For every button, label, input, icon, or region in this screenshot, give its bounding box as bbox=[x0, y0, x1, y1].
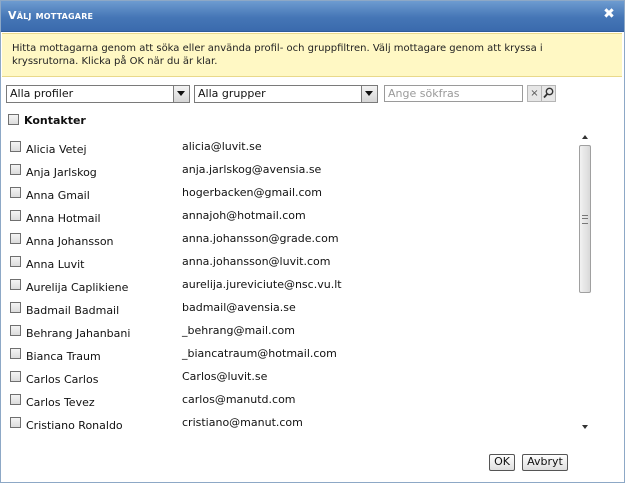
search-icon[interactable] bbox=[541, 85, 556, 102]
contact-name: Carlos Tevez bbox=[26, 396, 95, 409]
group-filter-value: Alla grupper bbox=[198, 87, 266, 100]
cancel-button[interactable]: Avbryt bbox=[522, 454, 568, 471]
list-scrollbar[interactable] bbox=[578, 129, 593, 434]
contact-checkbox[interactable] bbox=[10, 394, 21, 405]
contact-email: carlos@manutd.com bbox=[182, 393, 296, 406]
dialog-titlebar[interactable]: Välj mottagare ✖ bbox=[1, 1, 624, 32]
contact-name: Badmail Badmail bbox=[26, 304, 120, 317]
list-item[interactable]: Aurelija Caplikiene aurelija.jureviciute… bbox=[1, 278, 571, 299]
list-item[interactable]: Anna Johansson anna.johansson@grade.com bbox=[1, 232, 571, 253]
contact-name: Aurelija Caplikiene bbox=[26, 281, 129, 294]
contact-name: Anna Johansson bbox=[26, 235, 114, 248]
scrollbar-thumb[interactable] bbox=[579, 145, 591, 293]
contact-checkbox[interactable] bbox=[10, 302, 21, 313]
info-text: Hitta mottagarna genom att söka eller an… bbox=[12, 43, 543, 67]
scroll-up-icon[interactable] bbox=[582, 135, 588, 139]
contact-name: Carlos Carlos bbox=[26, 373, 99, 386]
contact-name: Anna Luvit bbox=[26, 258, 85, 271]
contact-name: Alicia Vetej bbox=[26, 143, 87, 156]
contact-checkbox[interactable] bbox=[10, 279, 21, 290]
contact-name: Anna Gmail bbox=[26, 189, 90, 202]
list-item[interactable]: Carlos Carlos Carlos@luvit.se bbox=[1, 370, 571, 391]
list-item[interactable]: Bianca Traum _biancatraum@hotmail.com bbox=[1, 347, 571, 368]
group-filter-select[interactable]: Alla grupper bbox=[194, 85, 378, 103]
contact-name: Cristiano Ronaldo bbox=[26, 419, 123, 432]
contact-email: hogerbacken@gmail.com bbox=[182, 186, 323, 199]
close-icon[interactable]: ✖ bbox=[602, 7, 616, 21]
clear-icon[interactable]: × bbox=[527, 85, 542, 102]
contact-email: badmail@avensia.se bbox=[182, 301, 296, 314]
contact-checkbox[interactable] bbox=[10, 417, 21, 428]
contact-name: Anna Hotmail bbox=[26, 212, 101, 225]
contact-email: anna.johansson@luvit.com bbox=[182, 255, 331, 268]
contact-email: cristiano@manut.com bbox=[182, 416, 303, 429]
ok-button[interactable]: OK bbox=[489, 454, 515, 471]
contact-email: _behrang@mail.com bbox=[182, 324, 295, 337]
contact-checkbox[interactable] bbox=[10, 256, 21, 267]
search-input[interactable] bbox=[384, 85, 523, 102]
contact-checkbox[interactable] bbox=[10, 325, 21, 336]
list-item[interactable]: Carlos Tevez carlos@manutd.com bbox=[1, 393, 571, 414]
scroll-down-icon[interactable] bbox=[582, 425, 588, 429]
contact-checkbox[interactable] bbox=[10, 371, 21, 382]
profile-filter-select[interactable]: Alla profiler bbox=[6, 85, 190, 103]
contacts-group-label: Kontakter bbox=[24, 114, 86, 127]
chevron-down-icon[interactable] bbox=[361, 86, 377, 102]
profile-filter-value: Alla profiler bbox=[10, 87, 74, 100]
list-item[interactable]: Alicia Vetej alicia@luvit.se bbox=[1, 140, 571, 161]
contact-checkbox[interactable] bbox=[10, 210, 21, 221]
select-all-checkbox[interactable] bbox=[8, 114, 19, 125]
contact-checkbox[interactable] bbox=[10, 233, 21, 244]
contact-name: Anja Jarlskog bbox=[26, 166, 97, 179]
contact-checkbox[interactable] bbox=[10, 164, 21, 175]
contact-email: anna.johansson@grade.com bbox=[182, 232, 339, 245]
dialog-title: Välj mottagare bbox=[8, 9, 94, 22]
contact-email: anja.jarlskog@avensia.se bbox=[182, 163, 322, 176]
list-item[interactable]: Behrang Jahanbani _behrang@mail.com bbox=[1, 324, 571, 345]
contact-email: _biancatraum@hotmail.com bbox=[182, 347, 337, 360]
list-item[interactable]: Anja Jarlskog anja.jarlskog@avensia.se bbox=[1, 163, 571, 184]
grip-icon bbox=[582, 215, 588, 224]
contact-checkbox[interactable] bbox=[10, 187, 21, 198]
list-item[interactable]: Anna Gmail hogerbacken@gmail.com bbox=[1, 186, 571, 207]
contact-name: Bianca Traum bbox=[26, 350, 101, 363]
contact-name: Behrang Jahanbani bbox=[26, 327, 131, 340]
contact-checkbox[interactable] bbox=[10, 141, 21, 152]
list-item[interactable]: Anna Luvit anna.johansson@luvit.com bbox=[1, 255, 571, 276]
recipient-dialog: Välj mottagare ✖ Hitta mottagarna genom … bbox=[0, 0, 625, 483]
contact-email: Carlos@luvit.se bbox=[182, 370, 268, 383]
contact-email: annajoh@hotmail.com bbox=[182, 209, 306, 222]
list-item[interactable]: Badmail Badmail badmail@avensia.se bbox=[1, 301, 571, 322]
contact-email: alicia@luvit.se bbox=[182, 140, 262, 153]
info-banner: Hitta mottagarna genom att söka eller an… bbox=[2, 33, 622, 77]
contact-checkbox[interactable] bbox=[10, 348, 21, 359]
list-item[interactable]: Anna Hotmail annajoh@hotmail.com bbox=[1, 209, 571, 230]
list-item[interactable]: Cristiano Ronaldo cristiano@manut.com bbox=[1, 416, 571, 437]
contact-email: aurelija.jureviciute@nsc.vu.lt bbox=[182, 278, 342, 291]
chevron-down-icon[interactable] bbox=[173, 86, 189, 102]
